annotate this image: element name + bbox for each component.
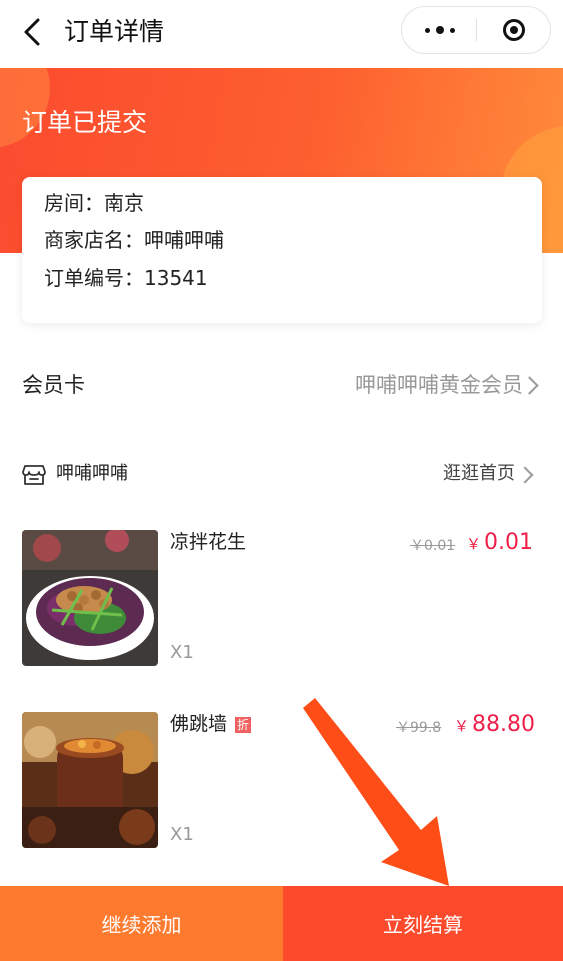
sale-price: ￥ 0.01: [466, 530, 533, 555]
original-price: ￥0.01: [410, 538, 456, 554]
bottom-action-bar: 继续添加 立刻结算: [0, 886, 563, 961]
product-item[interactable]: 佛跳墙折 X1 ￥99.8 ￥ 88.80: [0, 712, 563, 852]
sale-price: ￥ 88.80: [454, 712, 535, 737]
room-text: 房间：南京: [44, 191, 144, 215]
nav-bar: 订单详情: [0, 0, 563, 68]
chevron-right-icon: [520, 376, 539, 395]
more-dots-icon[interactable]: [402, 7, 477, 53]
member-card-row[interactable]: 会员卡 呷哺呷哺黄金会员: [0, 350, 563, 420]
product-item[interactable]: 凉拌花生 X1 ￥0.01 ￥ 0.01: [0, 530, 563, 670]
checkout-now-button[interactable]: 立刻结算: [283, 886, 563, 961]
mini-program-capsule: [401, 6, 551, 54]
product-quantity: X1: [170, 642, 194, 663]
member-card-label: 会员卡: [22, 373, 85, 397]
shop-name: 呷哺呷哺: [56, 463, 128, 484]
order-status-title: 订单已提交: [22, 108, 148, 137]
browse-home-link[interactable]: 逛逛首页: [443, 460, 515, 488]
product-name: 凉拌花生: [170, 531, 247, 553]
product-name: 佛跳墙折: [170, 713, 252, 735]
member-card-value: 呷哺呷哺黄金会员: [355, 373, 523, 397]
page-title: 订单详情: [64, 17, 165, 46]
chevron-right-icon: [516, 466, 534, 484]
product-image: [22, 530, 158, 666]
product-quantity: X1: [170, 824, 194, 845]
order-number-text: 订单编号：13541: [44, 266, 208, 290]
store-icon: [22, 464, 46, 486]
chevron-left-icon[interactable]: [18, 16, 46, 48]
merchant-text: 商家店名：呷哺呷哺: [44, 228, 224, 252]
original-price: ￥99.8: [396, 720, 442, 736]
discount-tag: 折: [235, 716, 252, 733]
target-circle-icon[interactable]: [477, 7, 551, 53]
shop-row: 呷哺呷哺 逛逛首页: [0, 452, 563, 496]
order-info-card: 房间：南京 商家店名：呷哺呷哺 订单编号：13541: [22, 177, 542, 323]
product-image: [22, 712, 158, 848]
continue-adding-button[interactable]: 继续添加: [0, 886, 283, 961]
